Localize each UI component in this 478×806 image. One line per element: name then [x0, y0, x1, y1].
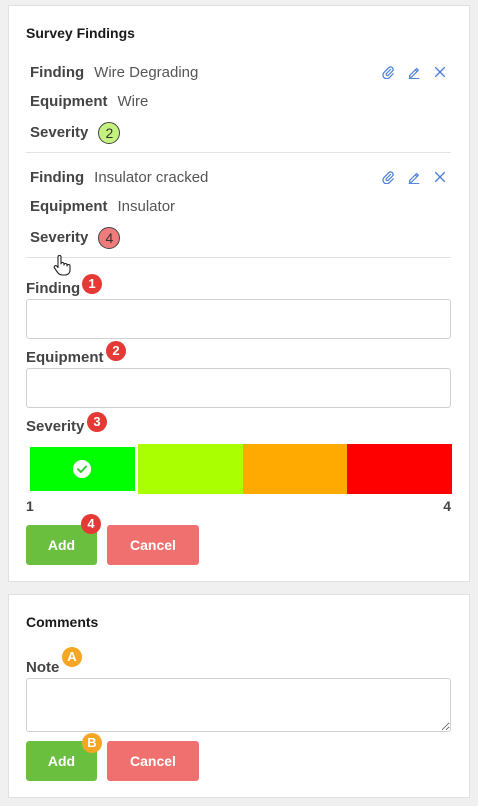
finding-value: Insulator cracked: [94, 169, 209, 186]
cancel-finding-button[interactable]: Cancel: [107, 525, 199, 565]
divider: [26, 152, 451, 153]
step-badge: B: [82, 733, 102, 753]
severity-scale: [27, 444, 452, 494]
severity-option-3[interactable]: [242, 444, 348, 494]
finding-actions: [381, 170, 447, 184]
survey-findings-card: Survey Findings Finding Wire Degrading Eq…: [8, 5, 470, 582]
finding-input[interactable]: [26, 299, 451, 339]
equipment-field-label: Equipment: [26, 349, 104, 366]
finding-row: Finding Insulator cracked: [30, 168, 208, 188]
severity-label: Severity: [30, 123, 89, 141]
edit-icon[interactable]: [407, 65, 421, 79]
step-badge: 3: [87, 412, 107, 432]
finding-label: Finding: [30, 169, 85, 186]
scale-min-label: 1: [26, 498, 34, 514]
severity-row: Severity 4: [30, 227, 121, 249]
severity-value-badge: 4: [98, 227, 121, 249]
check-icon: [73, 460, 92, 478]
section-title: Survey Findings: [26, 25, 135, 41]
section-title: Comments: [26, 614, 99, 630]
equipment-row: Equipment Wire: [30, 92, 148, 112]
finding-item: Finding Wire Degrading Equipment Wire Seve…: [26, 63, 451, 153]
cancel-comment-button[interactable]: Cancel: [107, 741, 199, 781]
step-badge: A: [62, 647, 82, 667]
finding-row: Finding Wire Degrading: [30, 63, 198, 83]
equipment-input[interactable]: [26, 368, 451, 408]
equipment-value: Insulator: [117, 198, 176, 215]
severity-option-2[interactable]: [137, 444, 243, 494]
severity-label: Severity: [30, 228, 89, 246]
note-textarea[interactable]: [26, 678, 451, 732]
step-badge: 4: [81, 514, 101, 534]
severity-option-4[interactable]: [347, 444, 452, 494]
equipment-label: Equipment: [30, 198, 108, 215]
severity-option-1[interactable]: [27, 444, 138, 494]
severity-row: Severity 2: [30, 122, 121, 144]
severity-field-label: Severity: [26, 418, 85, 435]
comments-card: Comments Note A Add B Cancel: [8, 594, 470, 798]
divider: [26, 257, 451, 258]
scale-max-label: 4: [443, 498, 451, 514]
finding-item: Finding Insulator cracked Equipment Insula…: [26, 168, 451, 258]
step-badge: 1: [82, 274, 102, 294]
finding-label: Finding: [30, 64, 85, 81]
severity-value-badge: 2: [98, 122, 121, 144]
hand-pointer-icon: [53, 255, 71, 276]
note-field-label: Note: [26, 659, 60, 676]
edit-icon[interactable]: [407, 170, 421, 184]
paperclip-icon[interactable]: [381, 65, 395, 79]
equipment-row: Equipment Insulator: [30, 197, 175, 217]
equipment-label: Equipment: [30, 93, 108, 110]
finding-value: Wire Degrading: [94, 64, 199, 81]
finding-actions: [381, 65, 447, 79]
close-icon[interactable]: [433, 170, 447, 184]
finding-field-label: Finding: [26, 280, 81, 297]
step-badge: 2: [106, 341, 126, 361]
equipment-value: Wire: [117, 93, 149, 110]
paperclip-icon[interactable]: [381, 170, 395, 184]
close-icon[interactable]: [433, 65, 447, 79]
